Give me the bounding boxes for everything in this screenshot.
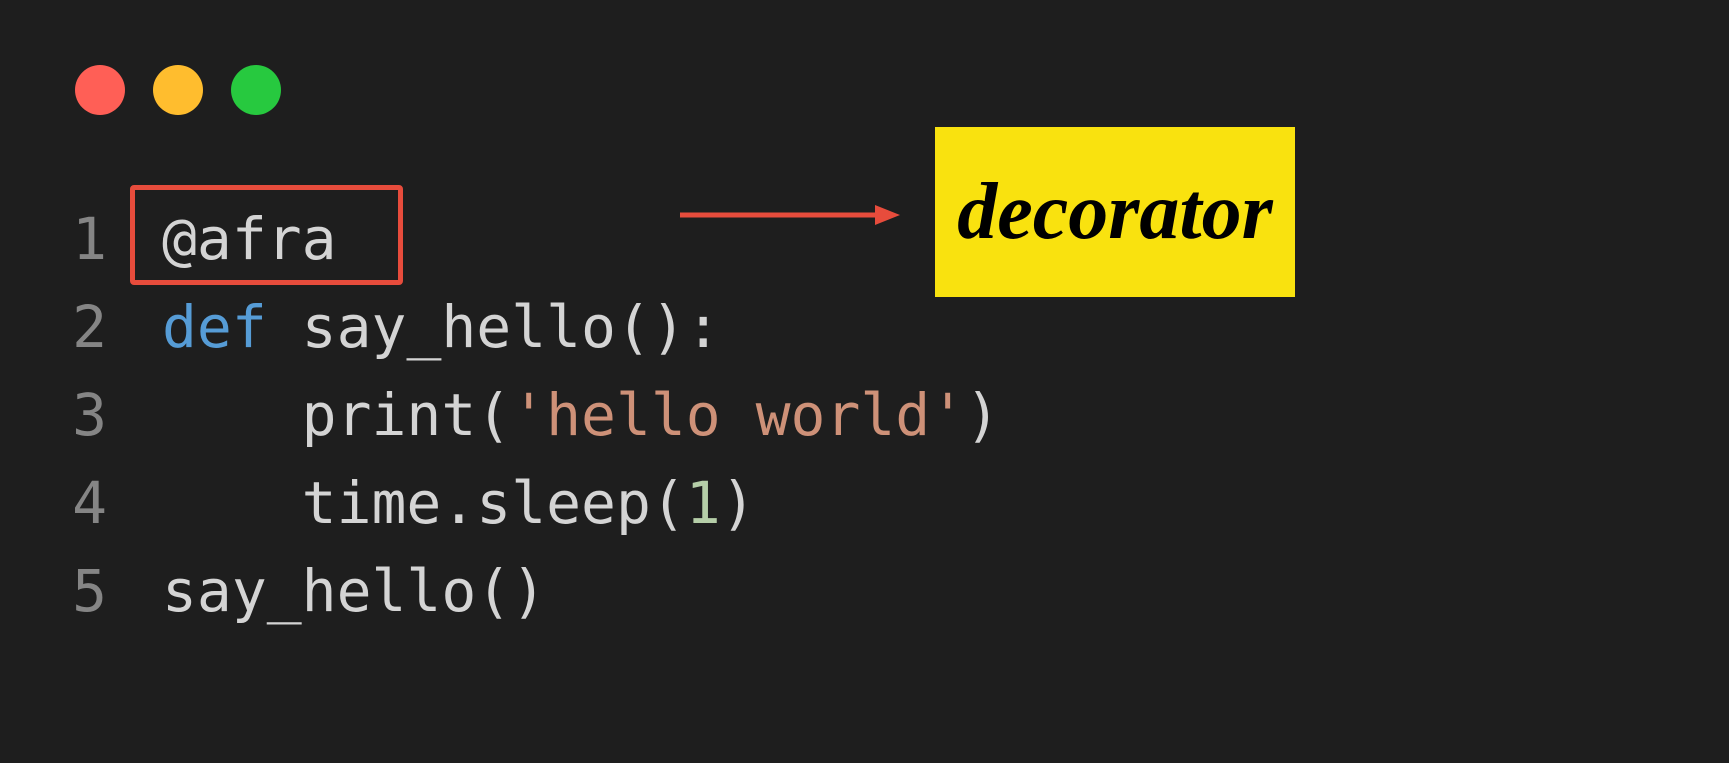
- code-line: 2 def say_hello():: [72, 283, 1000, 371]
- code-token: print(: [162, 381, 511, 449]
- code-token: say_hello():: [267, 293, 721, 361]
- line-number: 3: [72, 381, 107, 449]
- close-icon[interactable]: [75, 65, 125, 115]
- minimize-icon[interactable]: [153, 65, 203, 115]
- line-number: 1: [72, 205, 107, 273]
- code-line: 3 print('hello world'): [72, 371, 1000, 459]
- code-content: say_hello(): [162, 557, 546, 625]
- code-token: 1: [686, 469, 721, 537]
- decorator-label-text: decorator: [957, 167, 1273, 258]
- maximize-icon[interactable]: [231, 65, 281, 115]
- code-token: ): [965, 381, 1000, 449]
- code-content: print('hello world'): [162, 381, 1000, 449]
- code-content: time.sleep(1): [162, 469, 756, 537]
- code-token: ): [721, 469, 756, 537]
- code-token: time.sleep(: [162, 469, 686, 537]
- code-token: say_hello(): [162, 557, 546, 625]
- code-line: 4 time.sleep(1): [72, 459, 1000, 547]
- code-line: 5 say_hello(): [72, 547, 1000, 635]
- window-controls: [75, 65, 281, 115]
- arrow-icon: [680, 200, 900, 230]
- line-number: 5: [72, 557, 107, 625]
- decorator-annotation-label: decorator: [935, 127, 1295, 297]
- code-content: def say_hello():: [162, 293, 721, 361]
- code-token: 'hello world': [511, 381, 965, 449]
- highlight-box: [130, 185, 403, 285]
- code-token: def: [162, 293, 267, 361]
- line-number: 4: [72, 469, 107, 537]
- line-number: 2: [72, 293, 107, 361]
